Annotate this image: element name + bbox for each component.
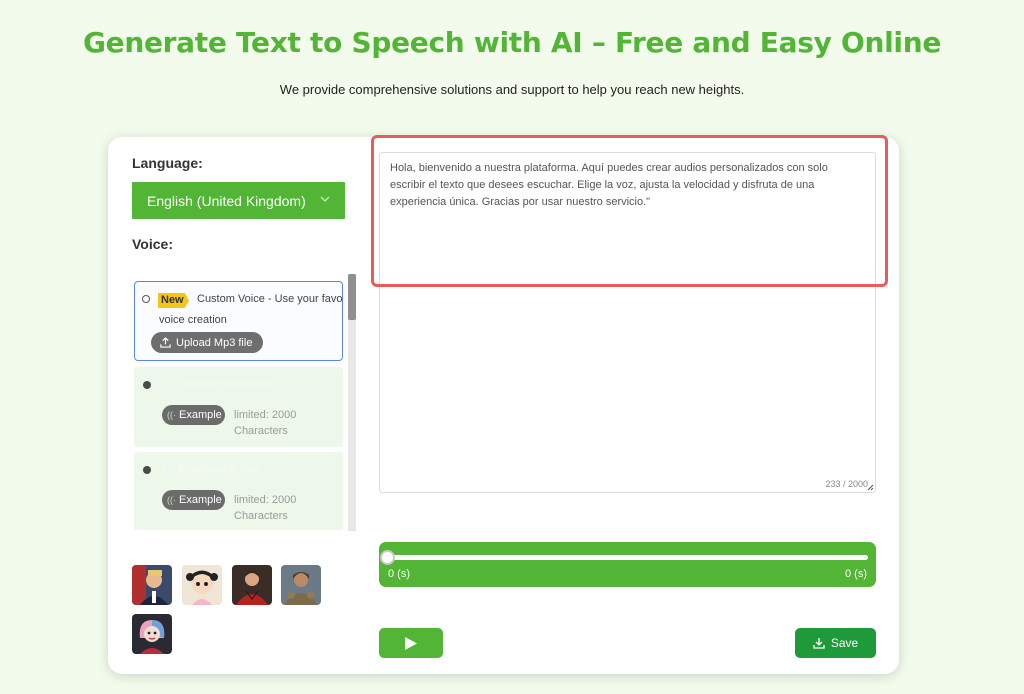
play-icon	[405, 636, 417, 650]
voice-name: SoniaNeural woman	[178, 378, 278, 390]
custom-voice-title: Custom Voice - Use your favori	[197, 293, 343, 305]
audio-wave-icon: ((·	[167, 495, 176, 505]
voice-avatar[interactable]	[182, 565, 222, 605]
resize-handle-icon[interactable]	[867, 484, 874, 491]
avatar-image	[182, 565, 222, 605]
voice-list: New Custom Voice - Use your favori voice…	[132, 280, 358, 530]
page-subtitle: We provide comprehensive solutions and s…	[279, 82, 745, 97]
voice-avatar[interactable]	[132, 614, 172, 654]
voice-option[interactable]: 1 SoniaNeural woman ((· Example limited:…	[134, 367, 343, 447]
voice-number: 2	[162, 463, 169, 475]
tts-card: Language: English (United Kingdom) Voice…	[108, 135, 899, 674]
voice-limit: limited: 2000 Characters	[234, 494, 297, 522]
audio-wave-icon: ((·	[167, 410, 176, 420]
voice-option[interactable]: 2 RyanNeural man ((· Example limited: 20…	[134, 452, 343, 530]
progress-track[interactable]	[388, 555, 868, 560]
custom-voice-subtitle: voice creation	[159, 314, 227, 326]
save-label: Save	[830, 636, 859, 650]
language-label: Language:	[132, 155, 203, 171]
progress-knob[interactable]	[380, 550, 395, 565]
voice-label: Voice:	[132, 236, 173, 252]
radio-custom[interactable]	[142, 295, 150, 303]
avatar-image	[281, 565, 321, 605]
voice-limit: limited: 2000 Characters	[234, 409, 297, 437]
upload-mp3-button[interactable]: Upload Mp3 file	[151, 332, 263, 353]
upload-icon	[160, 337, 171, 348]
text-input-value: Hola, bienvenido a nuestra plataforma. A…	[390, 162, 828, 208]
play-button[interactable]	[379, 628, 443, 658]
text-input[interactable]: Hola, bienvenido a nuestra plataforma. A…	[379, 152, 876, 493]
chevron-down-icon	[320, 196, 330, 202]
new-badge: New	[158, 293, 189, 308]
radio-voice-2[interactable]	[143, 466, 151, 474]
page-title: Generate Text to Speech with AI – Free a…	[82, 26, 942, 59]
download-icon	[813, 638, 825, 649]
voice-avatar[interactable]	[132, 565, 172, 605]
example-label: Example	[179, 409, 222, 421]
voice-avatar[interactable]	[281, 565, 321, 605]
avatar-image	[232, 565, 272, 605]
example-button[interactable]: ((· Example	[162, 405, 225, 425]
avatar-image	[132, 614, 172, 654]
example-label: Example	[179, 494, 222, 506]
character-counter: 233 / 2000	[825, 479, 868, 489]
voice-option-custom[interactable]: New Custom Voice - Use your favori voice…	[134, 281, 343, 361]
example-button[interactable]: ((· Example	[162, 490, 225, 510]
voice-number: 1	[162, 378, 169, 390]
language-select[interactable]: English (United Kingdom)	[132, 182, 345, 219]
language-select-value: English (United Kingdom)	[147, 192, 306, 209]
radio-voice-1[interactable]	[143, 381, 151, 389]
current-time: 0 (s)	[388, 568, 410, 580]
voice-name: RyanNeural man	[178, 463, 261, 475]
avatar-image	[132, 565, 172, 605]
voice-avatar[interactable]	[232, 565, 272, 605]
voice-list-scroll-thumb[interactable]	[348, 274, 356, 320]
audio-player: 0 (s) 0 (s)	[379, 542, 876, 587]
total-time: 0 (s)	[845, 568, 867, 580]
save-button[interactable]: Save	[795, 628, 876, 658]
upload-mp3-label: Upload Mp3 file	[176, 336, 253, 349]
